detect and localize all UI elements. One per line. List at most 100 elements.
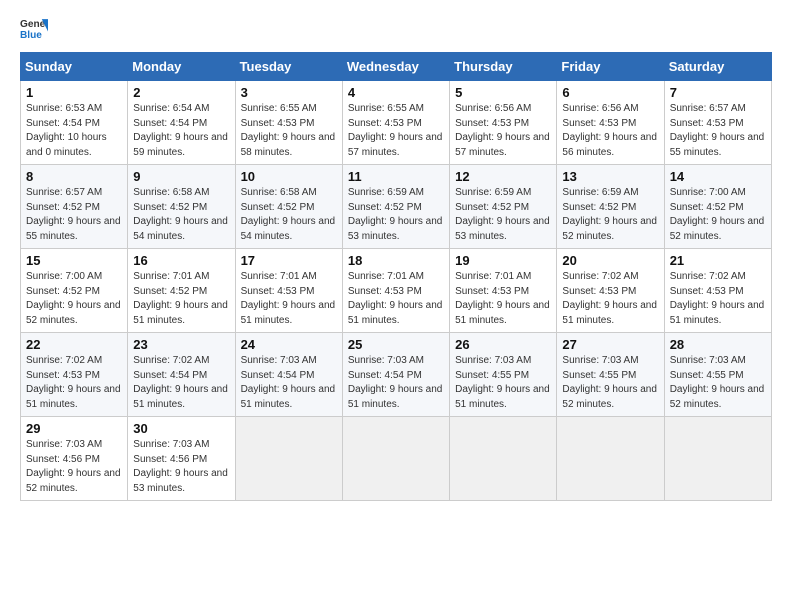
day-number: 30 — [133, 421, 229, 436]
day-info: Sunrise: 7:01 AMSunset: 4:53 PMDaylight:… — [241, 271, 336, 326]
svg-text:Blue: Blue — [20, 30, 42, 41]
day-number: 29 — [26, 421, 122, 436]
calendar-cell: 23 Sunrise: 7:02 AMSunset: 4:54 PMDaylig… — [128, 333, 235, 417]
day-number: 17 — [241, 253, 337, 268]
day-info: Sunrise: 7:03 AMSunset: 4:56 PMDaylight:… — [26, 439, 121, 494]
day-number: 19 — [455, 253, 551, 268]
calendar-cell: 7 Sunrise: 6:57 AMSunset: 4:53 PMDayligh… — [664, 81, 771, 165]
day-info: Sunrise: 7:02 AMSunset: 4:53 PMDaylight:… — [26, 355, 121, 410]
calendar-cell: 18 Sunrise: 7:01 AMSunset: 4:53 PMDaylig… — [342, 249, 449, 333]
calendar-cell: 21 Sunrise: 7:02 AMSunset: 4:53 PMDaylig… — [664, 249, 771, 333]
day-info: Sunrise: 6:57 AMSunset: 4:52 PMDaylight:… — [26, 187, 121, 242]
day-number: 12 — [455, 169, 551, 184]
day-number: 13 — [562, 169, 658, 184]
calendar-week-5: 29 Sunrise: 7:03 AMSunset: 4:56 PMDaylig… — [21, 417, 772, 501]
calendar-cell: 29 Sunrise: 7:03 AMSunset: 4:56 PMDaylig… — [21, 417, 128, 501]
calendar-cell: 10 Sunrise: 6:58 AMSunset: 4:52 PMDaylig… — [235, 165, 342, 249]
day-info: Sunrise: 6:58 AMSunset: 4:52 PMDaylight:… — [133, 187, 228, 242]
calendar-cell: 25 Sunrise: 7:03 AMSunset: 4:54 PMDaylig… — [342, 333, 449, 417]
calendar-cell: 13 Sunrise: 6:59 AMSunset: 4:52 PMDaylig… — [557, 165, 664, 249]
calendar-week-2: 8 Sunrise: 6:57 AMSunset: 4:52 PMDayligh… — [21, 165, 772, 249]
calendar-cell: 15 Sunrise: 7:00 AMSunset: 4:52 PMDaylig… — [21, 249, 128, 333]
day-info: Sunrise: 7:03 AMSunset: 4:54 PMDaylight:… — [348, 355, 443, 410]
day-number: 10 — [241, 169, 337, 184]
day-number: 18 — [348, 253, 444, 268]
day-info: Sunrise: 6:56 AMSunset: 4:53 PMDaylight:… — [455, 103, 550, 158]
calendar-cell: 20 Sunrise: 7:02 AMSunset: 4:53 PMDaylig… — [557, 249, 664, 333]
calendar-cell — [235, 417, 342, 501]
calendar-cell: 8 Sunrise: 6:57 AMSunset: 4:52 PMDayligh… — [21, 165, 128, 249]
calendar-cell: 11 Sunrise: 6:59 AMSunset: 4:52 PMDaylig… — [342, 165, 449, 249]
day-number: 11 — [348, 169, 444, 184]
weekday-header-friday: Friday — [557, 53, 664, 81]
calendar-cell: 2 Sunrise: 6:54 AMSunset: 4:54 PMDayligh… — [128, 81, 235, 165]
weekday-header-monday: Monday — [128, 53, 235, 81]
calendar-week-1: 1 Sunrise: 6:53 AMSunset: 4:54 PMDayligh… — [21, 81, 772, 165]
day-info: Sunrise: 6:58 AMSunset: 4:52 PMDaylight:… — [241, 187, 336, 242]
day-info: Sunrise: 7:01 AMSunset: 4:52 PMDaylight:… — [133, 271, 228, 326]
day-number: 3 — [241, 85, 337, 100]
page: General Blue SundayMondayTuesdayWednesda… — [0, 0, 792, 612]
day-info: Sunrise: 6:59 AMSunset: 4:52 PMDaylight:… — [562, 187, 657, 242]
calendar-week-4: 22 Sunrise: 7:02 AMSunset: 4:53 PMDaylig… — [21, 333, 772, 417]
day-number: 2 — [133, 85, 229, 100]
calendar-cell: 16 Sunrise: 7:01 AMSunset: 4:52 PMDaylig… — [128, 249, 235, 333]
day-number: 22 — [26, 337, 122, 352]
day-info: Sunrise: 7:03 AMSunset: 4:54 PMDaylight:… — [241, 355, 336, 410]
day-number: 24 — [241, 337, 337, 352]
weekday-header-saturday: Saturday — [664, 53, 771, 81]
day-number: 16 — [133, 253, 229, 268]
day-info: Sunrise: 7:02 AMSunset: 4:53 PMDaylight:… — [670, 271, 765, 326]
calendar-cell: 22 Sunrise: 7:02 AMSunset: 4:53 PMDaylig… — [21, 333, 128, 417]
day-number: 15 — [26, 253, 122, 268]
day-number: 1 — [26, 85, 122, 100]
day-number: 7 — [670, 85, 766, 100]
calendar-cell: 14 Sunrise: 7:00 AMSunset: 4:52 PMDaylig… — [664, 165, 771, 249]
day-number: 14 — [670, 169, 766, 184]
day-number: 9 — [133, 169, 229, 184]
calendar-cell — [342, 417, 449, 501]
day-number: 8 — [26, 169, 122, 184]
day-info: Sunrise: 7:03 AMSunset: 4:55 PMDaylight:… — [455, 355, 550, 410]
calendar-cell: 27 Sunrise: 7:03 AMSunset: 4:55 PMDaylig… — [557, 333, 664, 417]
day-info: Sunrise: 6:59 AMSunset: 4:52 PMDaylight:… — [455, 187, 550, 242]
calendar-cell — [450, 417, 557, 501]
calendar-cell: 6 Sunrise: 6:56 AMSunset: 4:53 PMDayligh… — [557, 81, 664, 165]
calendar-table: SundayMondayTuesdayWednesdayThursdayFrid… — [20, 52, 772, 501]
calendar-cell: 30 Sunrise: 7:03 AMSunset: 4:56 PMDaylig… — [128, 417, 235, 501]
calendar-cell — [664, 417, 771, 501]
day-info: Sunrise: 6:53 AMSunset: 4:54 PMDaylight:… — [26, 103, 107, 158]
logo-icon: General Blue — [20, 16, 48, 44]
calendar-cell: 28 Sunrise: 7:03 AMSunset: 4:55 PMDaylig… — [664, 333, 771, 417]
day-info: Sunrise: 7:00 AMSunset: 4:52 PMDaylight:… — [26, 271, 121, 326]
header: General Blue — [20, 16, 772, 44]
day-number: 25 — [348, 337, 444, 352]
day-number: 27 — [562, 337, 658, 352]
day-number: 6 — [562, 85, 658, 100]
weekday-header-thursday: Thursday — [450, 53, 557, 81]
day-info: Sunrise: 7:03 AMSunset: 4:55 PMDaylight:… — [562, 355, 657, 410]
day-info: Sunrise: 7:02 AMSunset: 4:54 PMDaylight:… — [133, 355, 228, 410]
day-info: Sunrise: 7:01 AMSunset: 4:53 PMDaylight:… — [348, 271, 443, 326]
day-info: Sunrise: 7:01 AMSunset: 4:53 PMDaylight:… — [455, 271, 550, 326]
day-info: Sunrise: 6:54 AMSunset: 4:54 PMDaylight:… — [133, 103, 228, 158]
day-number: 26 — [455, 337, 551, 352]
logo: General Blue — [20, 16, 48, 44]
day-number: 28 — [670, 337, 766, 352]
day-info: Sunrise: 7:00 AMSunset: 4:52 PMDaylight:… — [670, 187, 765, 242]
calendar-cell: 9 Sunrise: 6:58 AMSunset: 4:52 PMDayligh… — [128, 165, 235, 249]
day-info: Sunrise: 7:03 AMSunset: 4:56 PMDaylight:… — [133, 439, 228, 494]
day-info: Sunrise: 7:03 AMSunset: 4:55 PMDaylight:… — [670, 355, 765, 410]
day-number: 21 — [670, 253, 766, 268]
day-info: Sunrise: 6:59 AMSunset: 4:52 PMDaylight:… — [348, 187, 443, 242]
day-info: Sunrise: 7:02 AMSunset: 4:53 PMDaylight:… — [562, 271, 657, 326]
day-info: Sunrise: 6:55 AMSunset: 4:53 PMDaylight:… — [241, 103, 336, 158]
day-info: Sunrise: 6:57 AMSunset: 4:53 PMDaylight:… — [670, 103, 765, 158]
calendar-cell: 3 Sunrise: 6:55 AMSunset: 4:53 PMDayligh… — [235, 81, 342, 165]
calendar-cell: 5 Sunrise: 6:56 AMSunset: 4:53 PMDayligh… — [450, 81, 557, 165]
day-number: 23 — [133, 337, 229, 352]
day-info: Sunrise: 6:56 AMSunset: 4:53 PMDaylight:… — [562, 103, 657, 158]
weekday-header-sunday: Sunday — [21, 53, 128, 81]
day-number: 5 — [455, 85, 551, 100]
calendar-cell: 4 Sunrise: 6:55 AMSunset: 4:53 PMDayligh… — [342, 81, 449, 165]
